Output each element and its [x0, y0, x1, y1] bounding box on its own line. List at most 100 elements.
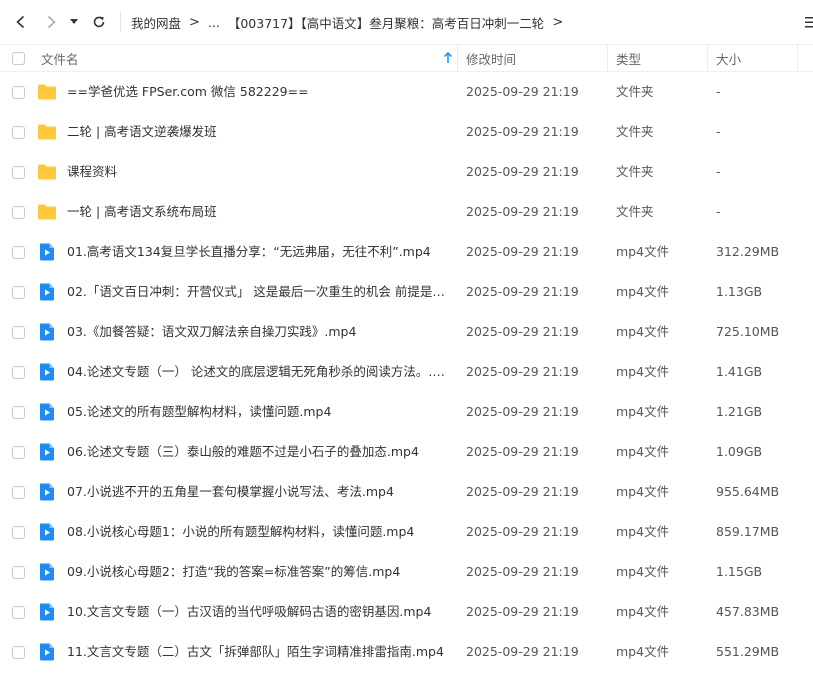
file-row[interactable]: 09.小说核心母题2：打造“我的答案=标准答案”的筹信.mp4 2025-09-…	[0, 552, 813, 592]
sort-ascending-icon[interactable]	[443, 51, 453, 67]
row-checkbox[interactable]	[12, 326, 25, 339]
file-type: mp4文件	[616, 644, 670, 659]
file-size: -	[716, 84, 721, 99]
breadcrumb: 我的网盘 > ... 【003717】【高中语文】叁月聚粮：高考百日冲刺一二轮 …	[131, 13, 571, 32]
file-list-header: 文件名 修改时间 类型 大小	[0, 44, 813, 72]
video-file-icon	[37, 442, 57, 462]
file-size: -	[716, 164, 721, 179]
file-name: 04.论述文专题（一） 论述文的底层逻辑无死角秒杀的阅读方法。.mp4	[67, 364, 449, 379]
file-row[interactable]: 02.「语文百日冲刺：开营仪式」 这是最后一次重生的机会 前提是效... 202…	[0, 272, 813, 312]
row-checkbox[interactable]	[12, 286, 25, 299]
file-name: 06.论述文专题（三）泰山般的难题不过是小石子的叠加态.mp4	[67, 444, 419, 459]
back-button[interactable]	[8, 7, 34, 37]
file-list: ==学爸优选 FPSer.com 微信 582229== 2025-09-29 …	[0, 72, 813, 672]
file-size: 725.10MB	[716, 324, 780, 339]
file-type: mp4文件	[616, 564, 670, 579]
file-row[interactable]: 01.高考语文134复旦学长直播分享：“无远弗届，无往不利”.mp4 2025-…	[0, 232, 813, 272]
row-checkbox[interactable]	[12, 566, 25, 579]
file-row[interactable]: 04.论述文专题（一） 论述文的底层逻辑无死角秒杀的阅读方法。.mp4 2025…	[0, 352, 813, 392]
row-checkbox[interactable]	[12, 446, 25, 459]
history-dropdown-button[interactable]	[66, 7, 82, 37]
chevron-right-icon	[47, 15, 56, 29]
column-size-header[interactable]: 大小	[708, 45, 798, 72]
file-row[interactable]: 06.论述文专题（三）泰山般的难题不过是小石子的叠加态.mp4 2025-09-…	[0, 432, 813, 472]
file-modified: 2025-09-29 21:19	[466, 284, 579, 299]
file-row[interactable]: ==学爸优选 FPSer.com 微信 582229== 2025-09-29 …	[0, 72, 813, 112]
row-checkbox[interactable]	[12, 646, 25, 659]
file-name: 二轮 | 高考语文逆袭爆发班	[67, 124, 217, 139]
file-size: 1.41GB	[716, 364, 763, 379]
file-name: 一轮 | 高考语文系统布局班	[67, 204, 217, 219]
file-name: 08.小说核心母题1：小说的所有题型解构材料，读懂问题.mp4	[67, 524, 415, 539]
file-modified: 2025-09-29 21:19	[466, 324, 579, 339]
list-menu-button[interactable]	[799, 12, 813, 32]
file-size: -	[716, 204, 721, 219]
file-name: 10.文言文专题（一）古汉语的当代呼吸解码古语的密钥基因.mp4	[67, 604, 432, 619]
file-row[interactable]: 二轮 | 高考语文逆袭爆发班 2025-09-29 21:19 文件夹 -	[0, 112, 813, 152]
file-name: ==学爸优选 FPSer.com 微信 582229==	[67, 84, 309, 99]
file-size: -	[716, 124, 721, 139]
row-checkbox[interactable]	[12, 526, 25, 539]
column-name-header[interactable]: 文件名	[0, 45, 458, 72]
column-modified-label: 修改时间	[466, 52, 517, 67]
file-type: mp4文件	[616, 324, 670, 339]
video-file-icon	[37, 242, 57, 262]
refresh-icon	[93, 16, 105, 28]
file-row[interactable]: 08.小说核心母题1：小说的所有题型解构材料，读懂问题.mp4 2025-09-…	[0, 512, 813, 552]
row-checkbox[interactable]	[12, 606, 25, 619]
file-type: mp4文件	[616, 444, 670, 459]
folder-icon	[37, 82, 57, 102]
column-size-label: 大小	[716, 52, 742, 67]
file-modified: 2025-09-29 21:19	[466, 644, 579, 659]
breadcrumb-root[interactable]: 我的网盘	[131, 13, 181, 32]
file-name: 01.高考语文134复旦学长直播分享：“无远弗届，无往不利”.mp4	[67, 244, 431, 259]
file-row[interactable]: 一轮 | 高考语文系统布局班 2025-09-29 21:19 文件夹 -	[0, 192, 813, 232]
file-size: 859.17MB	[716, 524, 780, 539]
folder-icon	[37, 162, 57, 182]
file-size: 457.83MB	[716, 604, 780, 619]
caret-down-icon	[70, 19, 78, 24]
video-file-icon	[37, 562, 57, 582]
row-checkbox[interactable]	[12, 406, 25, 419]
file-name: 03.《加餐答疑：语文双刀解法亲自操刀实践》.mp4	[67, 324, 357, 339]
forward-button[interactable]	[38, 7, 64, 37]
file-type: mp4文件	[616, 364, 670, 379]
file-modified: 2025-09-29 21:19	[466, 484, 579, 499]
file-modified: 2025-09-29 21:19	[466, 124, 579, 139]
navigation-bar: 我的网盘 > ... 【003717】【高中语文】叁月聚粮：高考百日冲刺一二轮 …	[0, 0, 813, 44]
file-size: 312.29MB	[716, 244, 780, 259]
video-file-icon	[37, 602, 57, 622]
column-modified-header[interactable]: 修改时间	[458, 45, 608, 72]
row-checkbox[interactable]	[12, 206, 25, 219]
row-checkbox[interactable]	[12, 486, 25, 499]
file-type: 文件夹	[616, 124, 654, 139]
row-checkbox[interactable]	[12, 126, 25, 139]
column-type-header[interactable]: 类型	[608, 45, 708, 72]
file-type: mp4文件	[616, 524, 670, 539]
file-size: 1.09GB	[716, 444, 763, 459]
breadcrumb-ellipsis[interactable]: ...	[208, 15, 220, 30]
refresh-button[interactable]	[86, 7, 112, 37]
file-name: 11.文言文专题（二）古文「拆弹部队」陌生字词精准排雷指南.mp4	[67, 644, 444, 659]
file-row[interactable]: 03.《加餐答疑：语文双刀解法亲自操刀实践》.mp4 2025-09-29 21…	[0, 312, 813, 352]
file-size: 1.15GB	[716, 564, 763, 579]
file-row[interactable]: 10.文言文专题（一）古汉语的当代呼吸解码古语的密钥基因.mp4 2025-09…	[0, 592, 813, 632]
row-checkbox[interactable]	[12, 366, 25, 379]
file-size: 1.21GB	[716, 404, 763, 419]
file-modified: 2025-09-29 21:19	[466, 404, 579, 419]
file-row[interactable]: 11.文言文专题（二）古文「拆弹部队」陌生字词精准排雷指南.mp4 2025-0…	[0, 632, 813, 672]
file-modified: 2025-09-29 21:19	[466, 604, 579, 619]
row-checkbox[interactable]	[12, 166, 25, 179]
video-file-icon	[37, 522, 57, 542]
file-type: 文件夹	[616, 204, 654, 219]
file-modified: 2025-09-29 21:19	[466, 84, 579, 99]
file-row[interactable]: 课程资料 2025-09-29 21:19 文件夹 -	[0, 152, 813, 192]
file-modified: 2025-09-29 21:19	[466, 444, 579, 459]
breadcrumb-current[interactable]: 【003717】【高中语文】叁月聚粮：高考百日冲刺一二轮	[228, 13, 544, 32]
breadcrumb-separator: >	[552, 14, 564, 30]
row-checkbox[interactable]	[12, 86, 25, 99]
file-row[interactable]: 07.小说逃不开的五角星一套句模掌握小说写法、考法.mp4 2025-09-29…	[0, 472, 813, 512]
menu-icon	[805, 17, 813, 28]
file-row[interactable]: 05.论述文的所有题型解构材料，读懂问题.mp4 2025-09-29 21:1…	[0, 392, 813, 432]
row-checkbox[interactable]	[12, 246, 25, 259]
